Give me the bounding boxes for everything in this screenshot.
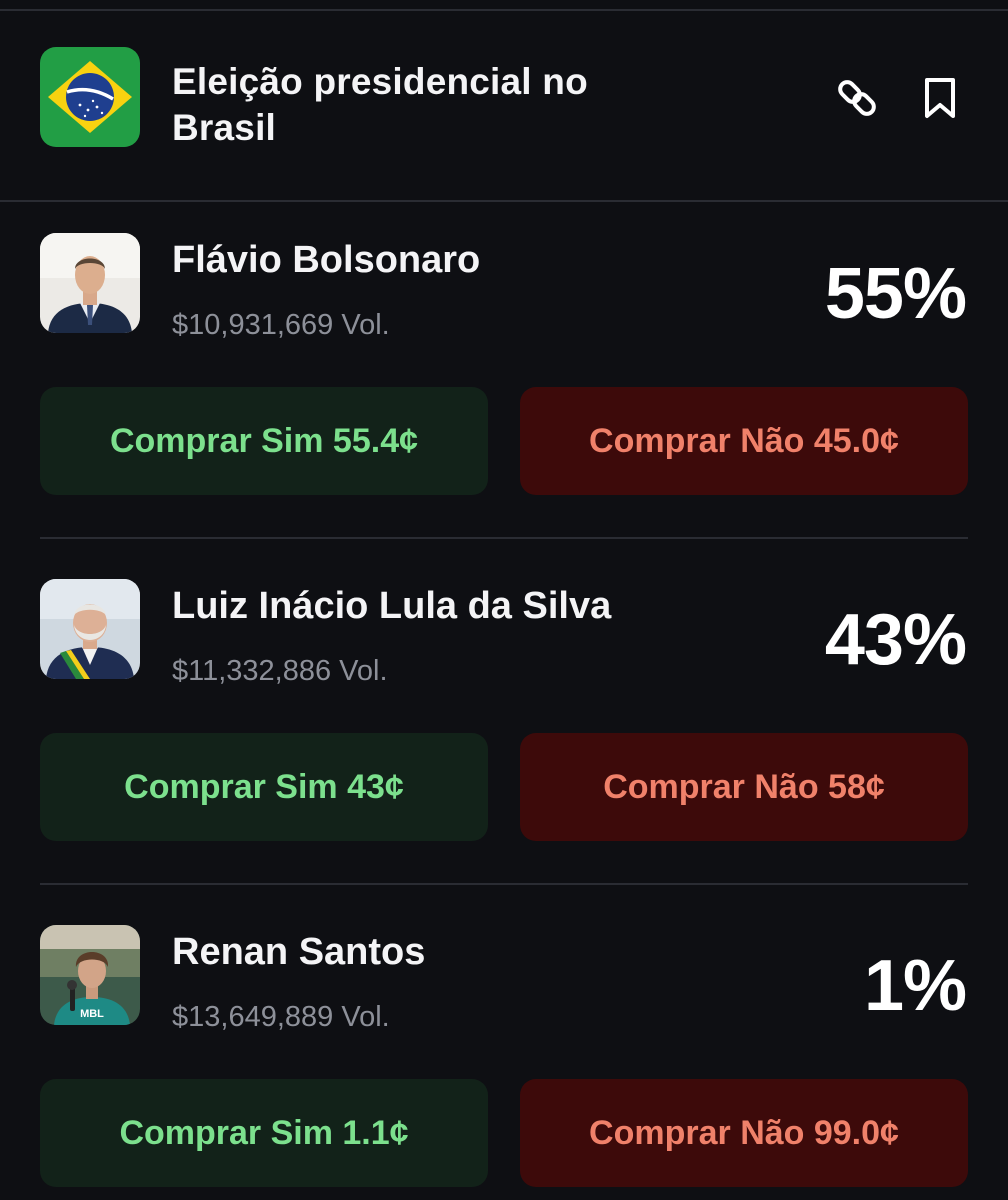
buy-no-button[interactable]: Comprar Não 45.0¢	[520, 387, 968, 495]
candidate-row: Luiz Inácio Lula da Silva $11,332,886 Vo…	[0, 537, 1008, 885]
buy-yes-button[interactable]: Comprar Sim 43¢	[40, 733, 488, 841]
candidate-row: MBL Renan Santos $13,649,889 Vol. 1% Com…	[0, 883, 1008, 1200]
link-icon	[838, 80, 876, 116]
candidate-probability: 55%	[824, 254, 967, 334]
bookmark-icon	[925, 78, 955, 118]
candidate-avatar	[40, 579, 140, 679]
candidate-volume: $11,332,886 Vol.	[172, 655, 388, 687]
candidate-volume: $13,649,889 Vol.	[172, 1001, 390, 1033]
candidate-avatar	[40, 233, 140, 333]
event-title: Eleição presidencial no Brasil	[172, 61, 588, 148]
candidate-row: Flávio Bolsonaro $10,931,669 Vol. 55% Co…	[0, 191, 1008, 539]
buy-yes-button[interactable]: Comprar Sim 1.1¢	[40, 1079, 488, 1187]
bookmark-button[interactable]	[913, 69, 967, 127]
svg-text:MBL: MBL	[80, 1008, 104, 1020]
candidate-probability: 43%	[824, 600, 967, 680]
buy-yes-button[interactable]: Comprar Sim 55.4¢	[40, 387, 488, 495]
copy-link-button[interactable]	[830, 69, 884, 127]
brazil-flag-icon	[40, 47, 140, 147]
candidate-avatar: MBL	[40, 925, 140, 1025]
buy-no-button[interactable]: Comprar Não 99.0¢	[520, 1079, 968, 1187]
market-page: Eleição presidencial no Brasil Flávio Bo…	[0, 0, 1008, 1200]
event-header: Eleição presidencial no Brasil	[0, 11, 1008, 202]
buy-no-button[interactable]: Comprar Não 58¢	[520, 733, 968, 841]
candidate-name: Flávio Bolsonaro	[172, 239, 481, 281]
candidate-probability: 1%	[863, 946, 967, 1026]
candidate-name: Luiz Inácio Lula da Silva	[172, 585, 612, 627]
candidate-volume: $10,931,669 Vol.	[172, 309, 390, 341]
candidate-name: Renan Santos	[172, 931, 426, 973]
